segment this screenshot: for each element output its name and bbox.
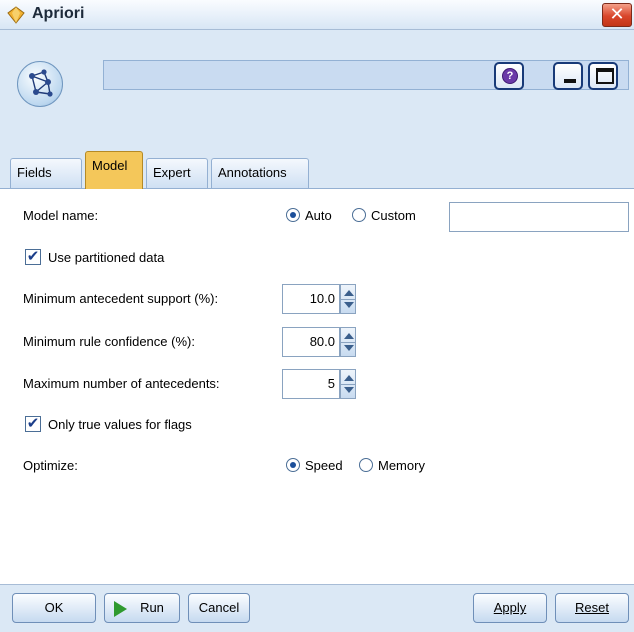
use-partitioned-checkbox[interactable]: ✔ <box>25 249 41 265</box>
node-name-bar <box>103 60 629 90</box>
tab-model[interactable]: Model <box>85 151 143 189</box>
model-name-label: Model name: <box>23 208 99 223</box>
spin-divider <box>341 384 355 385</box>
ok-button[interactable]: OK <box>12 593 96 623</box>
apriori-dialog: Apriori ✕ ? Fields Model Expert Annotati… <box>0 0 634 632</box>
tab-expert[interactable]: Expert <box>146 158 208 188</box>
min-rule-confidence-field[interactable]: 80.0 <box>282 327 340 357</box>
cancel-button[interactable]: Cancel <box>188 593 250 623</box>
min-rule-confidence-stepper[interactable] <box>340 327 356 357</box>
min-antecedent-support-field[interactable]: 10.0 <box>282 284 340 314</box>
association-node-icon <box>17 61 63 107</box>
title-bar[interactable]: Apriori ✕ <box>0 0 634 30</box>
max-antecedents-field[interactable]: 5 <box>282 369 340 399</box>
apply-button[interactable]: Apply <box>473 593 547 623</box>
spin-up-icon[interactable] <box>344 290 354 296</box>
tab-annotations[interactable]: Annotations <box>211 158 309 188</box>
model-tab-content: Model name: Auto Custom ✔ Use partitione… <box>0 188 634 584</box>
use-partitioned-label: Use partitioned data <box>48 250 165 265</box>
spin-down-icon[interactable] <box>344 345 354 351</box>
only-true-flags-checkbox[interactable]: ✔ <box>25 416 41 432</box>
min-antecedent-support-stepper[interactable] <box>340 284 356 314</box>
model-name-custom-radio[interactable] <box>352 208 366 222</box>
run-button-label: Run <box>140 600 164 615</box>
max-antecedents-stepper[interactable] <box>340 369 356 399</box>
reset-button[interactable]: Reset <box>555 593 629 623</box>
dialog-footer: OK Run Cancel Apply Reset <box>0 584 634 632</box>
tab-fields[interactable]: Fields <box>10 158 82 188</box>
apriori-node-icon <box>7 6 25 24</box>
only-true-flags-label: Only true values for flags <box>48 417 192 432</box>
custom-model-name-field[interactable] <box>449 202 629 232</box>
spin-down-icon[interactable] <box>344 387 354 393</box>
max-antecedents-label: Maximum number of antecedents: <box>23 376 220 391</box>
help-icon: ? <box>502 68 518 84</box>
close-button[interactable]: ✕ <box>602 3 632 27</box>
maximize-icon <box>596 68 614 84</box>
min-rule-confidence-label: Minimum rule confidence (%): <box>23 334 195 349</box>
minimize-icon <box>564 79 576 83</box>
optimize-label: Optimize: <box>23 458 78 473</box>
optimize-memory-label: Memory <box>378 458 425 473</box>
maximize-button[interactable] <box>588 62 618 90</box>
help-button[interactable]: ? <box>494 62 524 90</box>
optimize-memory-radio[interactable] <box>359 458 373 472</box>
dialog-header: ? <box>0 31 634 148</box>
optimize-speed-radio[interactable] <box>286 458 300 472</box>
spin-up-icon[interactable] <box>344 333 354 339</box>
tab-bar: Fields Model Expert Annotations <box>0 148 634 189</box>
minimize-button[interactable] <box>553 62 583 90</box>
spin-divider <box>341 342 355 343</box>
model-name-custom-label: Custom <box>371 208 416 223</box>
spin-up-icon[interactable] <box>344 375 354 381</box>
model-name-auto-label: Auto <box>305 208 332 223</box>
run-icon <box>114 601 127 617</box>
spin-divider <box>341 299 355 300</box>
run-button[interactable]: Run <box>104 593 180 623</box>
spin-down-icon[interactable] <box>344 302 354 308</box>
optimize-speed-label: Speed <box>305 458 343 473</box>
model-name-auto-radio[interactable] <box>286 208 300 222</box>
min-antecedent-support-label: Minimum antecedent support (%): <box>23 291 219 306</box>
window-title: Apriori <box>32 5 85 22</box>
